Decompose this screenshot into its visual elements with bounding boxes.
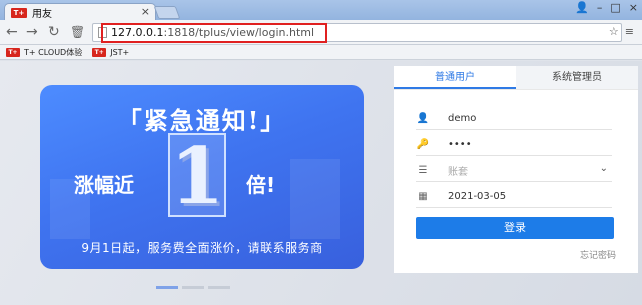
bookmark-item[interactable]: T+ T+ CLOUD体验 [6, 47, 82, 58]
user-icon[interactable]: 👤 [575, 1, 589, 14]
menu-icon[interactable]: ≡ [625, 25, 634, 38]
account-set-placeholder: 账套 [448, 167, 468, 178]
bookmark-label: JST+ [110, 47, 130, 57]
window-controls: 👤 – □ × [575, 1, 638, 14]
browser-titlebar: T+ 用友 × 👤 – □ × [0, 0, 642, 21]
notice-banner[interactable]: 「紧急通知!」 涨幅近 1 倍! 9月1日起，服务费全面涨价，请联系服务商 [40, 85, 364, 269]
reload-icon[interactable]: ↻ [48, 24, 60, 40]
user-icon: 👤 [416, 113, 430, 124]
carousel-dot[interactable] [208, 286, 230, 289]
login-button[interactable]: 登录 [416, 217, 614, 239]
banner-number-box: 1 [168, 131, 226, 222]
bookmark-favicon: T+ [6, 47, 20, 57]
browser-tab[interactable]: T+ 用友 × [4, 3, 156, 21]
password-field[interactable]: 🔑 •••• [416, 134, 612, 156]
bookmark-item[interactable]: T+ JST+ [92, 47, 130, 57]
banner-left-text: 涨幅近 [74, 173, 134, 197]
login-page: 「紧急通知!」 涨幅近 1 倍! 9月1日起，服务费全面涨价，请联系服务商 普通… [0, 61, 642, 305]
toolbar-right: ☆ ≡ [609, 25, 634, 38]
back-icon[interactable]: ← [6, 24, 18, 40]
banner-big-number: 1 [170, 131, 225, 222]
bookmark-favicon: T+ [92, 47, 107, 57]
tab-normal-user[interactable]: 普通用户 [394, 66, 516, 89]
login-tabs: 普通用户 系统管理员 [394, 66, 638, 90]
minimize-icon[interactable]: – [597, 1, 603, 14]
list-icon: ☰ [418, 165, 428, 176]
close-window-icon[interactable]: × [629, 1, 638, 14]
banner-right-text: 倍! [246, 173, 276, 197]
tab-title: 用友 [32, 9, 52, 20]
carousel-dots [156, 286, 230, 289]
maximize-icon[interactable]: □ [610, 1, 620, 14]
carousel-dot[interactable] [156, 286, 178, 289]
forward-icon[interactable]: → [26, 24, 38, 40]
new-tab-button[interactable] [153, 6, 181, 19]
tab-close-icon[interactable]: × [141, 5, 150, 18]
tab-system-admin[interactable]: 系统管理员 [516, 66, 638, 89]
username-value: demo [448, 113, 477, 124]
tab-favicon: T+ [11, 7, 27, 18]
carousel-dot[interactable] [182, 286, 204, 289]
trash-icon[interactable]: 🗑 [70, 24, 85, 40]
date-value: 2021-03-05 [448, 191, 507, 202]
bookmarks-bar: T+ T+ CLOUD体验 T+ JST+ [0, 45, 642, 60]
bookmark-label: T+ CLOUD体验 [24, 47, 83, 57]
login-panel: 普通用户 系统管理员 👤 demo 🔑 •••• ☰ 账套 ⌄ ▦ 2021-0… [394, 66, 638, 273]
bookmark-star-icon[interactable]: ☆ [609, 25, 619, 38]
banner-decoration [290, 159, 340, 239]
calendar-icon: ▦ [418, 191, 428, 202]
url-highlight-box [101, 23, 327, 43]
date-field[interactable]: ▦ 2021-03-05 [416, 186, 612, 208]
chevron-down-icon[interactable]: ⌄ [600, 163, 608, 174]
account-set-select[interactable]: ☰ 账套 ⌄ [416, 160, 612, 182]
banner-subtitle: 9月1日起，服务费全面涨价，请联系服务商 [81, 241, 323, 255]
forgot-password-link[interactable]: 忘记密码 [580, 248, 616, 261]
password-value: •••• [448, 139, 472, 150]
key-icon: 🔑 [416, 139, 430, 150]
username-field[interactable]: 👤 demo [416, 108, 612, 130]
